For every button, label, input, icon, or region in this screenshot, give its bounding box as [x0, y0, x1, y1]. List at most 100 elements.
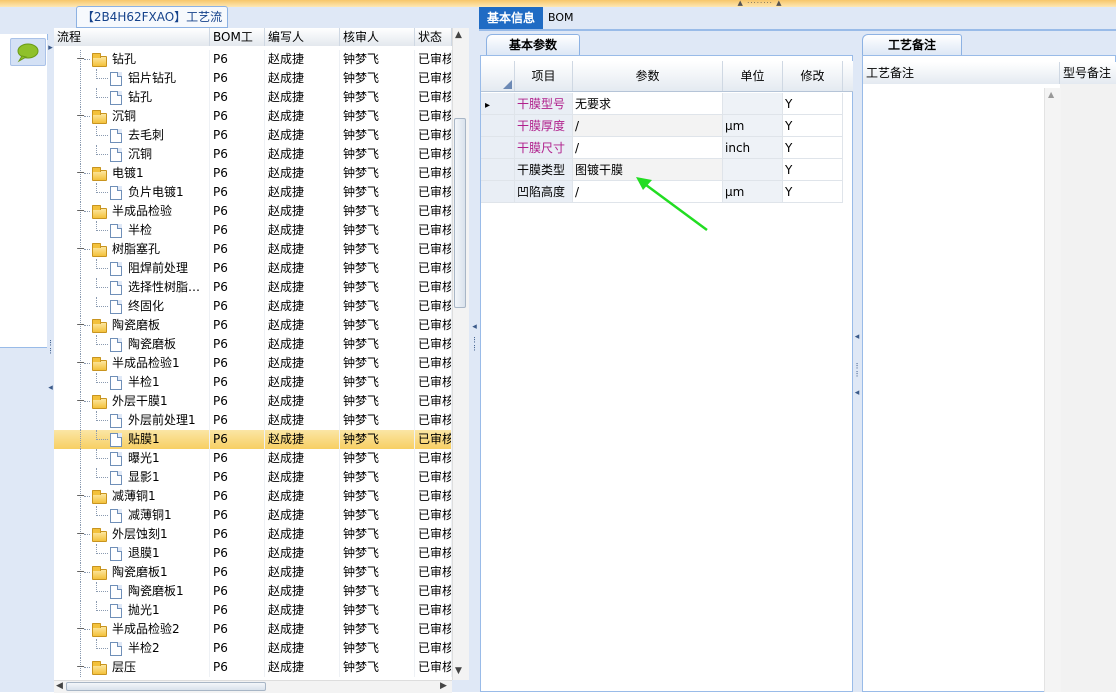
tree-folder-row[interactable]: − 外层干膜1 P6 赵成捷 钟梦飞 已审核 — [54, 392, 452, 411]
tree-node-cell[interactable]: 抛光1 — [54, 601, 210, 620]
tree-node-cell[interactable]: 曝光1 — [54, 449, 210, 468]
tree-node-cell[interactable]: 陶瓷磨板 — [54, 335, 210, 354]
tree-node-cell[interactable]: − 陶瓷磨板 — [54, 316, 210, 335]
tree-folder-row[interactable]: − 层压 P6 赵成捷 钟梦飞 已审核 — [54, 658, 452, 677]
tree-folder-row[interactable]: − 陶瓷磨板 P6 赵成捷 钟梦飞 已审核 — [54, 316, 452, 335]
tree-node-cell[interactable]: 铝片钻孔 — [54, 69, 210, 88]
tree-step-row[interactable]: 半检 P6 赵成捷 钟梦飞 已审核 — [54, 221, 452, 240]
scroll-up-arrow-icon[interactable]: ▲ — [1048, 90, 1054, 99]
tree-node-cell[interactable]: 沉铜 — [54, 145, 210, 164]
column-header-model-notes[interactable]: 型号备注 — [1060, 62, 1116, 84]
tree-horizontal-scroll-thumb[interactable] — [66, 682, 266, 691]
row-header-cell[interactable]: ▸ — [481, 93, 515, 115]
tree-folder-row[interactable]: − 半成品检验2 P6 赵成捷 钟梦飞 已审核 — [54, 620, 452, 639]
tree-node-cell[interactable]: − 外层蚀刻1 — [54, 525, 210, 544]
row-header-corner[interactable] — [481, 61, 515, 91]
row-header-cell[interactable] — [481, 137, 515, 159]
column-header-process-notes[interactable]: 工艺备注 — [863, 62, 1060, 84]
tree-step-row[interactable]: 负片电镀1 P6 赵成捷 钟梦飞 已审核 — [54, 183, 452, 202]
tree-node-cell[interactable]: 终固化 — [54, 297, 210, 316]
param-value-cell[interactable]: / — [573, 137, 723, 159]
tree-folder-row[interactable]: − 沉铜 P6 赵成捷 钟梦飞 已审核 — [54, 107, 452, 126]
chat-button[interactable] — [10, 38, 46, 66]
notes-vertical-scrollbar[interactable]: ▲ — [1044, 88, 1061, 692]
tree-node-cell[interactable]: 半检 — [54, 221, 210, 240]
tree-step-row[interactable]: 外层前处理1 P6 赵成捷 钟梦飞 已审核 — [54, 411, 452, 430]
top-splitter-grip-icon[interactable]: ▲ ········ ▲ — [728, 0, 792, 7]
tree-step-row[interactable]: 去毛刺 P6 赵成捷 钟梦飞 已审核 — [54, 126, 452, 145]
scroll-right-arrow-icon[interactable]: ▶ — [440, 681, 447, 691]
column-header-param[interactable]: 参数 — [573, 61, 723, 91]
process-tree-tab[interactable]: 【2B4H62FXAO】工艺流程 — [76, 6, 228, 44]
tree-node-cell[interactable]: 半检2 — [54, 639, 210, 658]
tree-node-cell[interactable]: − 电镀1 — [54, 164, 210, 183]
tree-step-row[interactable]: 抛光1 P6 赵成捷 钟梦飞 已审核 — [54, 601, 452, 620]
basic-params-tab[interactable]: 基本参数 — [486, 34, 580, 56]
tab-basic-info[interactable]: 基本信息 — [479, 7, 543, 29]
tree-step-row[interactable]: 铝片钻孔 P6 赵成捷 钟梦飞 已审核 — [54, 69, 452, 88]
tree-node-cell[interactable]: 陶瓷磨板1 — [54, 582, 210, 601]
tree-folder-row[interactable]: − 外层蚀刻1 P6 赵成捷 钟梦飞 已审核 — [54, 525, 452, 544]
tree-step-row[interactable]: 退膜1 P6 赵成捷 钟梦飞 已审核 — [54, 544, 452, 563]
tree-step-row[interactable]: 半检1 P6 赵成捷 钟梦飞 已审核 — [54, 373, 452, 392]
param-value-cell[interactable]: 无要求 — [573, 93, 723, 115]
process-notes-tab[interactable]: 工艺备注 — [862, 34, 962, 56]
tree-folder-row[interactable]: − 钻孔 P6 赵成捷 钟梦飞 已审核 — [54, 50, 452, 69]
column-header-modify[interactable]: 修改 — [783, 61, 843, 91]
column-header-unit[interactable]: 单位 — [723, 61, 783, 91]
tree-step-row[interactable]: 减薄铜1 P6 赵成捷 钟梦飞 已审核 — [54, 506, 452, 525]
tree-step-row[interactable]: 选择性树脂… P6 赵成捷 钟梦飞 已审核 — [54, 278, 452, 297]
tree-node-cell[interactable]: 退膜1 — [54, 544, 210, 563]
scroll-down-arrow-icon[interactable]: ▼ — [455, 666, 462, 676]
tree-node-cell[interactable]: − 钻孔 — [54, 50, 210, 69]
tree-node-cell[interactable]: − 陶瓷磨板1 — [54, 563, 210, 582]
tree-node-cell[interactable]: 阻焊前处理 — [54, 259, 210, 278]
tree-node-cell[interactable]: − 半成品检验1 — [54, 354, 210, 373]
tree-step-row[interactable]: 曝光1 P6 赵成捷 钟梦飞 已审核 — [54, 449, 452, 468]
tree-node-cell[interactable]: 负片电镀1 — [54, 183, 210, 202]
tree-node-cell[interactable]: − 半成品检验2 — [54, 620, 210, 639]
tree-node-cell[interactable]: 钻孔 — [54, 88, 210, 107]
row-header-cell[interactable] — [481, 159, 515, 181]
tree-node-cell[interactable]: − 减薄铜1 — [54, 487, 210, 506]
tree-folder-row[interactable]: − 电镀1 P6 赵成捷 钟梦飞 已审核 — [54, 164, 452, 183]
tree-node-cell[interactable]: 外层前处理1 — [54, 411, 210, 430]
column-header-status[interactable]: 状态 — [415, 28, 452, 46]
scroll-left-arrow-icon[interactable]: ◀ — [56, 681, 63, 691]
tree-step-row[interactable]: 显影1 P6 赵成捷 钟梦飞 已审核 — [54, 468, 452, 487]
tree-node-cell[interactable]: 减薄铜1 — [54, 506, 210, 525]
param-value-cell[interactable]: / — [573, 115, 723, 137]
right-splitter[interactable]: ◂ ⁝ ⁝ ◂ — [853, 33, 861, 692]
tree-node-cell[interactable]: − 半成品检验 — [54, 202, 210, 221]
row-header-cell[interactable] — [481, 115, 515, 137]
params-row[interactable]: 干膜厚度 / μm Y — [481, 115, 843, 137]
tree-folder-row[interactable]: − 半成品检验1 P6 赵成捷 钟梦飞 已审核 — [54, 354, 452, 373]
tree-step-row[interactable]: 钻孔 P6 赵成捷 钟梦飞 已审核 — [54, 88, 452, 107]
scroll-up-arrow-icon[interactable]: ▲ — [455, 30, 462, 40]
tree-node-cell[interactable]: 贴膜1 — [54, 430, 210, 449]
column-header-author[interactable]: 编写人 — [265, 28, 340, 46]
params-row[interactable]: 干膜尺寸 / inch Y — [481, 137, 843, 159]
row-header-cell[interactable] — [481, 181, 515, 203]
column-header-reviewer[interactable]: 核审人 — [340, 28, 415, 46]
tree-step-row[interactable]: 半检2 P6 赵成捷 钟梦飞 已审核 — [54, 639, 452, 658]
tree-vertical-scroll-thumb[interactable] — [454, 118, 466, 308]
tree-step-row[interactable]: 终固化 P6 赵成捷 钟梦飞 已审核 — [54, 297, 452, 316]
center-splitter[interactable]: ◂ ⁝ ⁝ — [470, 7, 479, 692]
tree-node-cell[interactable]: 去毛刺 — [54, 126, 210, 145]
tree-folder-row[interactable]: − 减薄铜1 P6 赵成捷 钟梦飞 已审核 — [54, 487, 452, 506]
column-header-bom-factory[interactable]: BOM工厂 — [210, 28, 265, 62]
tree-node-cell[interactable]: − 沉铜 — [54, 107, 210, 126]
column-header-process[interactable]: 流程 — [54, 28, 210, 46]
tree-node-cell[interactable]: − 层压 — [54, 658, 210, 677]
tree-node-cell[interactable]: 显影1 — [54, 468, 210, 487]
tab-bom[interactable]: BOM — [548, 7, 588, 29]
tree-step-row[interactable]: 贴膜1 P6 赵成捷 钟梦飞 已审核 — [54, 430, 452, 449]
tree-folder-row[interactable]: − 半成品检验 P6 赵成捷 钟梦飞 已审核 — [54, 202, 452, 221]
tree-node-cell[interactable]: − 树脂塞孔 — [54, 240, 210, 259]
tree-step-row[interactable]: 陶瓷磨板1 P6 赵成捷 钟梦飞 已审核 — [54, 582, 452, 601]
params-row[interactable]: ▸ 干膜型号 无要求 Y — [481, 93, 843, 115]
tree-folder-row[interactable]: − 陶瓷磨板1 P6 赵成捷 钟梦飞 已审核 — [54, 563, 452, 582]
tree-folder-row[interactable]: − 树脂塞孔 P6 赵成捷 钟梦飞 已审核 — [54, 240, 452, 259]
left-splitter[interactable]: ▸ ⁝ ⁝ ◂ — [47, 40, 54, 692]
